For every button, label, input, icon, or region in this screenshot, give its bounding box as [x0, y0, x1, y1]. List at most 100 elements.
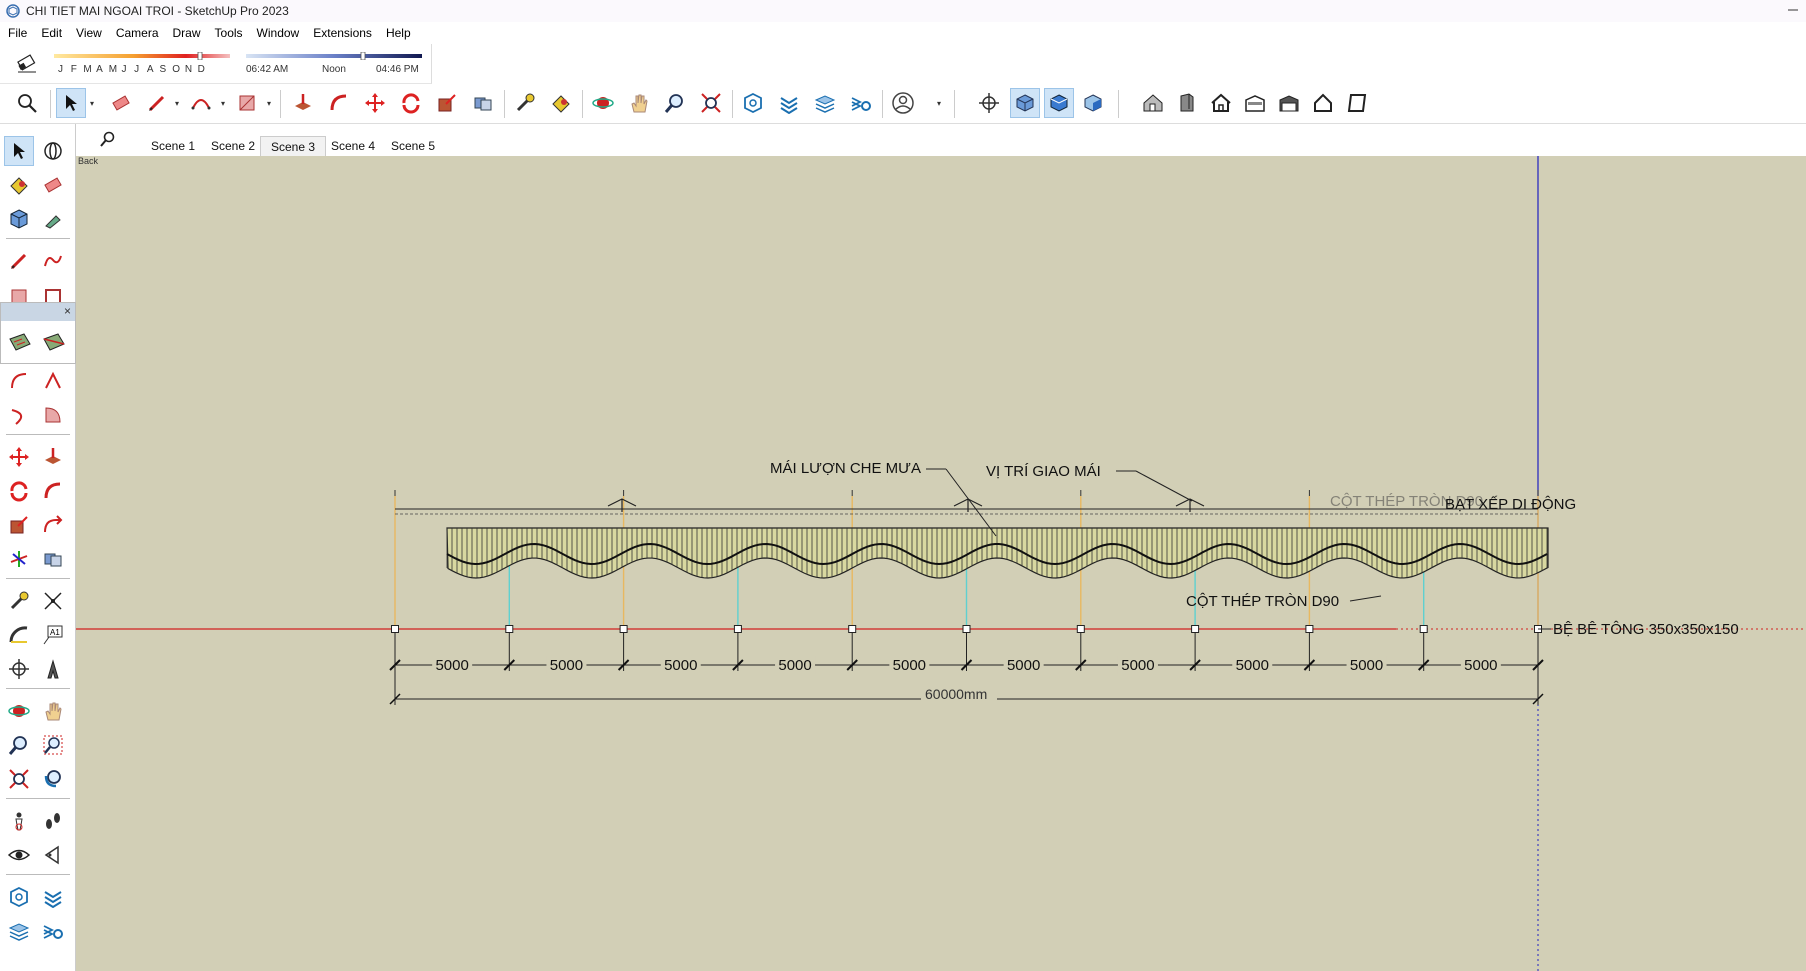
menu-file[interactable]: File [8, 26, 27, 40]
warehouse-tool[interactable] [4, 882, 34, 912]
shadow-toggle-icon[interactable] [14, 50, 40, 76]
zoom-extents-button[interactable] [696, 88, 726, 118]
push-pull-tool[interactable] [38, 442, 68, 472]
component-tool[interactable] [4, 204, 34, 234]
axes-move-tool[interactable] [4, 544, 34, 574]
tab-scene-1[interactable]: Scene 1 [141, 136, 205, 156]
zoom-window-tool[interactable] [38, 730, 68, 760]
style-monochrome-button[interactable] [1342, 88, 1372, 118]
menu-draw[interactable]: Draw [173, 26, 201, 40]
zoom-window-button[interactable] [12, 88, 42, 118]
pie-tool[interactable] [38, 400, 68, 430]
extension-warehouse-tool[interactable] [38, 882, 68, 912]
layout-button[interactable] [810, 88, 840, 118]
menu-tools[interactable]: Tools [215, 26, 243, 40]
zoom-extents-tool[interactable] [4, 764, 34, 794]
rectangle-button[interactable] [232, 88, 262, 118]
menu-camera[interactable]: Camera [116, 26, 159, 40]
arc-tool[interactable] [4, 366, 34, 396]
pan-tool[interactable] [38, 696, 68, 726]
tape-measure-tool[interactable] [4, 586, 34, 616]
follow-path-tool[interactable] [38, 510, 68, 540]
position-camera-tool[interactable] [4, 806, 34, 836]
layout-tool[interactable] [4, 916, 34, 946]
paint-bucket-tool[interactable] [4, 170, 34, 200]
menu-help[interactable]: Help [386, 26, 411, 40]
menu-window[interactable]: Window [257, 26, 300, 40]
month-slider-thumb[interactable] [197, 52, 203, 60]
warehouse-button[interactable] [738, 88, 768, 118]
time-slider-thumb[interactable] [360, 52, 366, 60]
3d-text-tool[interactable] [38, 654, 68, 684]
floating-toolbar-header[interactable]: × [1, 303, 75, 321]
push-pull-button[interactable] [288, 88, 318, 118]
select-dropdown[interactable]: ▾ [87, 88, 97, 118]
pan-button[interactable] [624, 88, 654, 118]
follow-me-tool[interactable] [38, 476, 68, 506]
eraser-button[interactable] [106, 88, 136, 118]
extension-manager-button[interactable] [846, 88, 876, 118]
orbit-tool[interactable] [38, 136, 68, 166]
top-view-button[interactable] [1044, 88, 1074, 118]
minimize-icon[interactable] [1786, 3, 1800, 17]
protractor-tool[interactable] [4, 620, 34, 650]
paint-bucket-button[interactable] [546, 88, 576, 118]
move-button[interactable] [360, 88, 390, 118]
offset-button[interactable] [468, 88, 498, 118]
sample-paint-tool[interactable] [38, 204, 68, 234]
tab-scene-2[interactable]: Scene 2 [201, 136, 265, 156]
style-wireframe-button[interactable] [1206, 88, 1236, 118]
floating-toolbar[interactable]: × [0, 302, 76, 364]
model-viewport[interactable]: 5000 5000 5000 5000 5000 5000 5000 5000 5000 5000… [76, 156, 1806, 971]
pencil-dropdown[interactable]: ▾ [172, 88, 182, 118]
account-button[interactable] [888, 88, 918, 118]
sandbox-from-scratch-button[interactable] [39, 327, 69, 357]
tab-scene-4[interactable]: Scene 4 [321, 136, 385, 156]
eraser-tool[interactable] [38, 170, 68, 200]
menu-view[interactable]: View [76, 26, 102, 40]
orbit-button[interactable] [588, 88, 618, 118]
style-backedges-button[interactable] [1172, 88, 1202, 118]
style-shaded-button[interactable] [1274, 88, 1304, 118]
rotate-button[interactable] [396, 88, 426, 118]
walk-tool[interactable] [38, 806, 68, 836]
menu-extensions[interactable]: Extensions [313, 26, 372, 40]
arc-button[interactable] [186, 88, 216, 118]
extension-manager-tool[interactable] [38, 916, 68, 946]
zoom-tool[interactable] [4, 730, 34, 760]
axes-button[interactable] [974, 88, 1004, 118]
front-view-button[interactable] [1078, 88, 1108, 118]
line-tool[interactable] [4, 246, 34, 276]
style-hidden-line-button[interactable] [1240, 88, 1270, 118]
close-icon[interactable]: × [64, 304, 71, 318]
text-tool[interactable]: A1 [38, 620, 68, 650]
style-textured-button[interactable] [1308, 88, 1338, 118]
search-icon[interactable] [98, 130, 116, 148]
tape-measure-button[interactable] [510, 88, 540, 118]
section-plane-tool[interactable] [38, 840, 68, 870]
time-slider[interactable] [246, 52, 422, 60]
previous-view-tool[interactable] [38, 764, 68, 794]
dimension-tool[interactable] [38, 586, 68, 616]
scale-button[interactable] [432, 88, 462, 118]
select-tool[interactable] [4, 136, 34, 166]
pencil-button[interactable] [142, 88, 172, 118]
rotate-tool[interactable] [4, 476, 34, 506]
tab-scene-3[interactable]: Scene 3 [260, 136, 327, 156]
sandbox-from-contours-button[interactable] [5, 327, 35, 357]
orbit-view-tool[interactable] [4, 696, 34, 726]
axes-tool[interactable] [4, 654, 34, 684]
freehand-tool[interactable] [38, 246, 68, 276]
scale-tool[interactable] [4, 510, 34, 540]
iso-view-button[interactable] [1010, 88, 1040, 118]
move-tool[interactable] [4, 442, 34, 472]
month-slider[interactable] [54, 52, 230, 60]
select-button[interactable] [56, 88, 86, 118]
offset-tool[interactable] [38, 544, 68, 574]
menu-edit[interactable]: Edit [41, 26, 62, 40]
arc-dropdown[interactable]: ▾ [218, 88, 228, 118]
extension-warehouse-button[interactable] [774, 88, 804, 118]
zoom-button[interactable] [660, 88, 690, 118]
rectangle-dropdown[interactable]: ▾ [264, 88, 274, 118]
tab-scene-5[interactable]: Scene 5 [381, 136, 445, 156]
